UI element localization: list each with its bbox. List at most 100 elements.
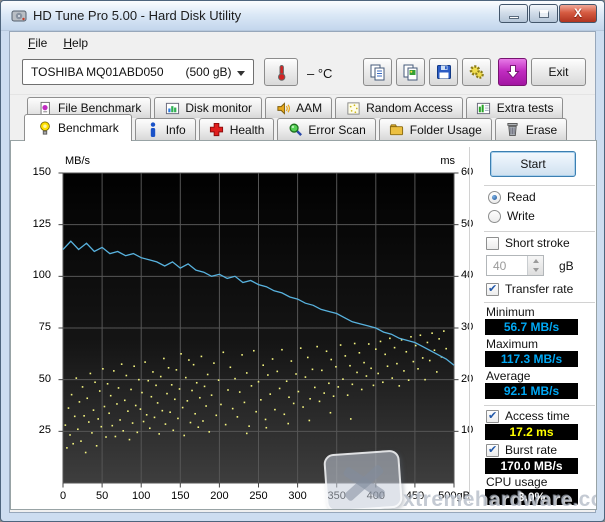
transfer-rate-row[interactable]: Transfer rate — [486, 282, 573, 296]
write-radio-row[interactable]: Write — [488, 209, 535, 223]
benchmark-chart — [58, 172, 459, 488]
average-value: 92.1 MB/s — [485, 383, 578, 399]
tab-folder-usage[interactable]: Folder Usage — [378, 118, 492, 140]
tab-health[interactable]: Health — [198, 118, 275, 140]
drive-select-combo[interactable]: TOSHIBA MQ01ABD050 (500 gB) — [22, 59, 254, 85]
short-stroke-size-spinner[interactable]: 40 — [486, 255, 544, 276]
tab-label: File Benchmark — [58, 101, 142, 115]
client-area: File Help TOSHIBA MQ01ABD050 (500 gB) – … — [9, 31, 597, 513]
save-button[interactable] — [429, 58, 458, 86]
start-button[interactable]: Start — [490, 151, 576, 177]
burst-rate-checkbox[interactable] — [486, 443, 499, 457]
cpu-usage-value: 3.0% — [485, 489, 578, 505]
menu-help[interactable]: Help — [55, 34, 96, 52]
read-label: Read — [507, 190, 536, 204]
tabstrip: File Benchmark Disk monitor AAM Random A… — [10, 95, 595, 141]
options-icon — [469, 65, 484, 79]
extra-tests-icon — [476, 100, 492, 116]
menu-file[interactable]: File — [20, 34, 55, 52]
axis-tick-label: 350 — [327, 490, 346, 502]
read-radio[interactable] — [488, 190, 501, 204]
save-icon — [436, 65, 451, 79]
temperature-readout: – °C — [307, 66, 333, 81]
burst-rate-row[interactable]: Burst rate — [486, 443, 557, 457]
update-button[interactable] — [498, 58, 527, 86]
erase-icon — [505, 122, 521, 138]
tab-extra-tests[interactable]: Extra tests — [465, 97, 564, 118]
spinner-down-button[interactable] — [528, 266, 543, 276]
drive-capacity: (500 gB) — [185, 65, 232, 79]
tab-label: Health — [229, 122, 265, 137]
axis-tick-label: 40 — [461, 269, 474, 282]
burst-rate-value: 170.0 MB/s — [485, 458, 578, 474]
folder-usage-icon — [389, 122, 405, 138]
short-stroke-row[interactable]: Short stroke — [486, 236, 570, 250]
app-icon — [11, 10, 27, 22]
benchmark-icon — [37, 120, 53, 136]
short-stroke-checkbox[interactable] — [486, 236, 499, 250]
tab-label: Folder Usage — [409, 122, 482, 137]
tab-info[interactable]: Info — [134, 118, 196, 140]
options-button[interactable] — [462, 58, 491, 86]
app-window: HD Tune Pro 5.00 - Hard Disk Utility X F… — [0, 0, 605, 522]
axis-tick-label: 250 — [249, 490, 268, 502]
short-stroke-label: Short stroke — [505, 236, 570, 250]
tab-error-scan[interactable]: Error Scan — [277, 118, 376, 140]
exit-button[interactable]: Exit — [531, 58, 586, 86]
access-time-row[interactable]: Access time — [486, 409, 570, 423]
temperature-button[interactable] — [264, 58, 298, 86]
update-download-icon — [505, 65, 520, 79]
health-icon — [209, 122, 225, 138]
disk-monitor-icon — [164, 100, 180, 116]
arrow-down-icon — [532, 268, 539, 273]
error-scan-icon — [287, 122, 303, 138]
burst-rate-label: Burst rate — [505, 443, 558, 457]
copy-image-button[interactable] — [396, 58, 425, 86]
separator — [484, 302, 595, 304]
minimum-value: 56.7 MB/s — [485, 319, 578, 335]
read-radio-row[interactable]: Read — [488, 190, 536, 204]
axis-tick-label: 50 — [95, 490, 109, 502]
tab-label: Extra tests — [496, 101, 554, 115]
tab-erase[interactable]: Erase — [494, 118, 568, 140]
info-icon — [145, 121, 161, 138]
axis-tick-label: 100 — [32, 269, 51, 282]
axis-tick-label: 400 — [366, 490, 385, 502]
close-button[interactable]: X — [559, 4, 597, 23]
copy-text-icon — [370, 64, 384, 81]
axis-tick-label: 300 — [288, 490, 307, 502]
minimize-icon — [508, 16, 519, 19]
write-radio[interactable] — [488, 209, 501, 223]
tab-label: Info — [165, 122, 186, 137]
axis-tick-label: 0 — [59, 490, 67, 502]
maximum-label: Maximum — [486, 337, 539, 351]
window-title: HD Tune Pro 5.00 - Hard Disk Utility — [33, 8, 242, 23]
menubar: File Help — [10, 32, 595, 54]
short-stroke-unit: gB — [559, 259, 574, 273]
axis-tick-label: 150 — [171, 490, 190, 502]
access-time-checkbox[interactable] — [486, 409, 499, 423]
chevron-down-icon — [237, 71, 245, 76]
benchmark-page: MB/s ms 150 125 100 75 50 25 60 50 40 30 20 10 — [10, 140, 597, 510]
tab-label: AAM — [296, 101, 323, 115]
drive-model: TOSHIBA MQ01ABD050 — [31, 65, 164, 79]
minimize-button[interactable] — [499, 4, 528, 23]
axis-tick-label: 50 — [38, 372, 51, 385]
axis-tick-label: 50 — [461, 217, 474, 230]
axis-tick-label: 450 — [405, 490, 425, 502]
tab-aam[interactable]: AAM — [265, 97, 333, 118]
maximize-button[interactable] — [529, 4, 558, 23]
tab-random-access[interactable]: Random Access — [335, 97, 463, 118]
spinner-up-button[interactable] — [528, 256, 543, 266]
separator — [484, 231, 595, 233]
access-time-label: Access time — [505, 409, 570, 423]
axis-tick-label: 25 — [38, 424, 51, 437]
copy-text-button[interactable] — [363, 58, 392, 86]
tab-label: Disk monitor — [185, 101, 253, 115]
tab-benchmark[interactable]: Benchmark — [24, 114, 132, 141]
tab-disk-monitor[interactable]: Disk monitor — [154, 97, 263, 118]
axis-tick-label: 150 — [32, 166, 51, 178]
transfer-rate-checkbox[interactable] — [486, 282, 499, 296]
toolbar: TOSHIBA MQ01ABD050 (500 gB) – °C Exit — [10, 54, 595, 95]
close-icon: X — [573, 6, 582, 20]
